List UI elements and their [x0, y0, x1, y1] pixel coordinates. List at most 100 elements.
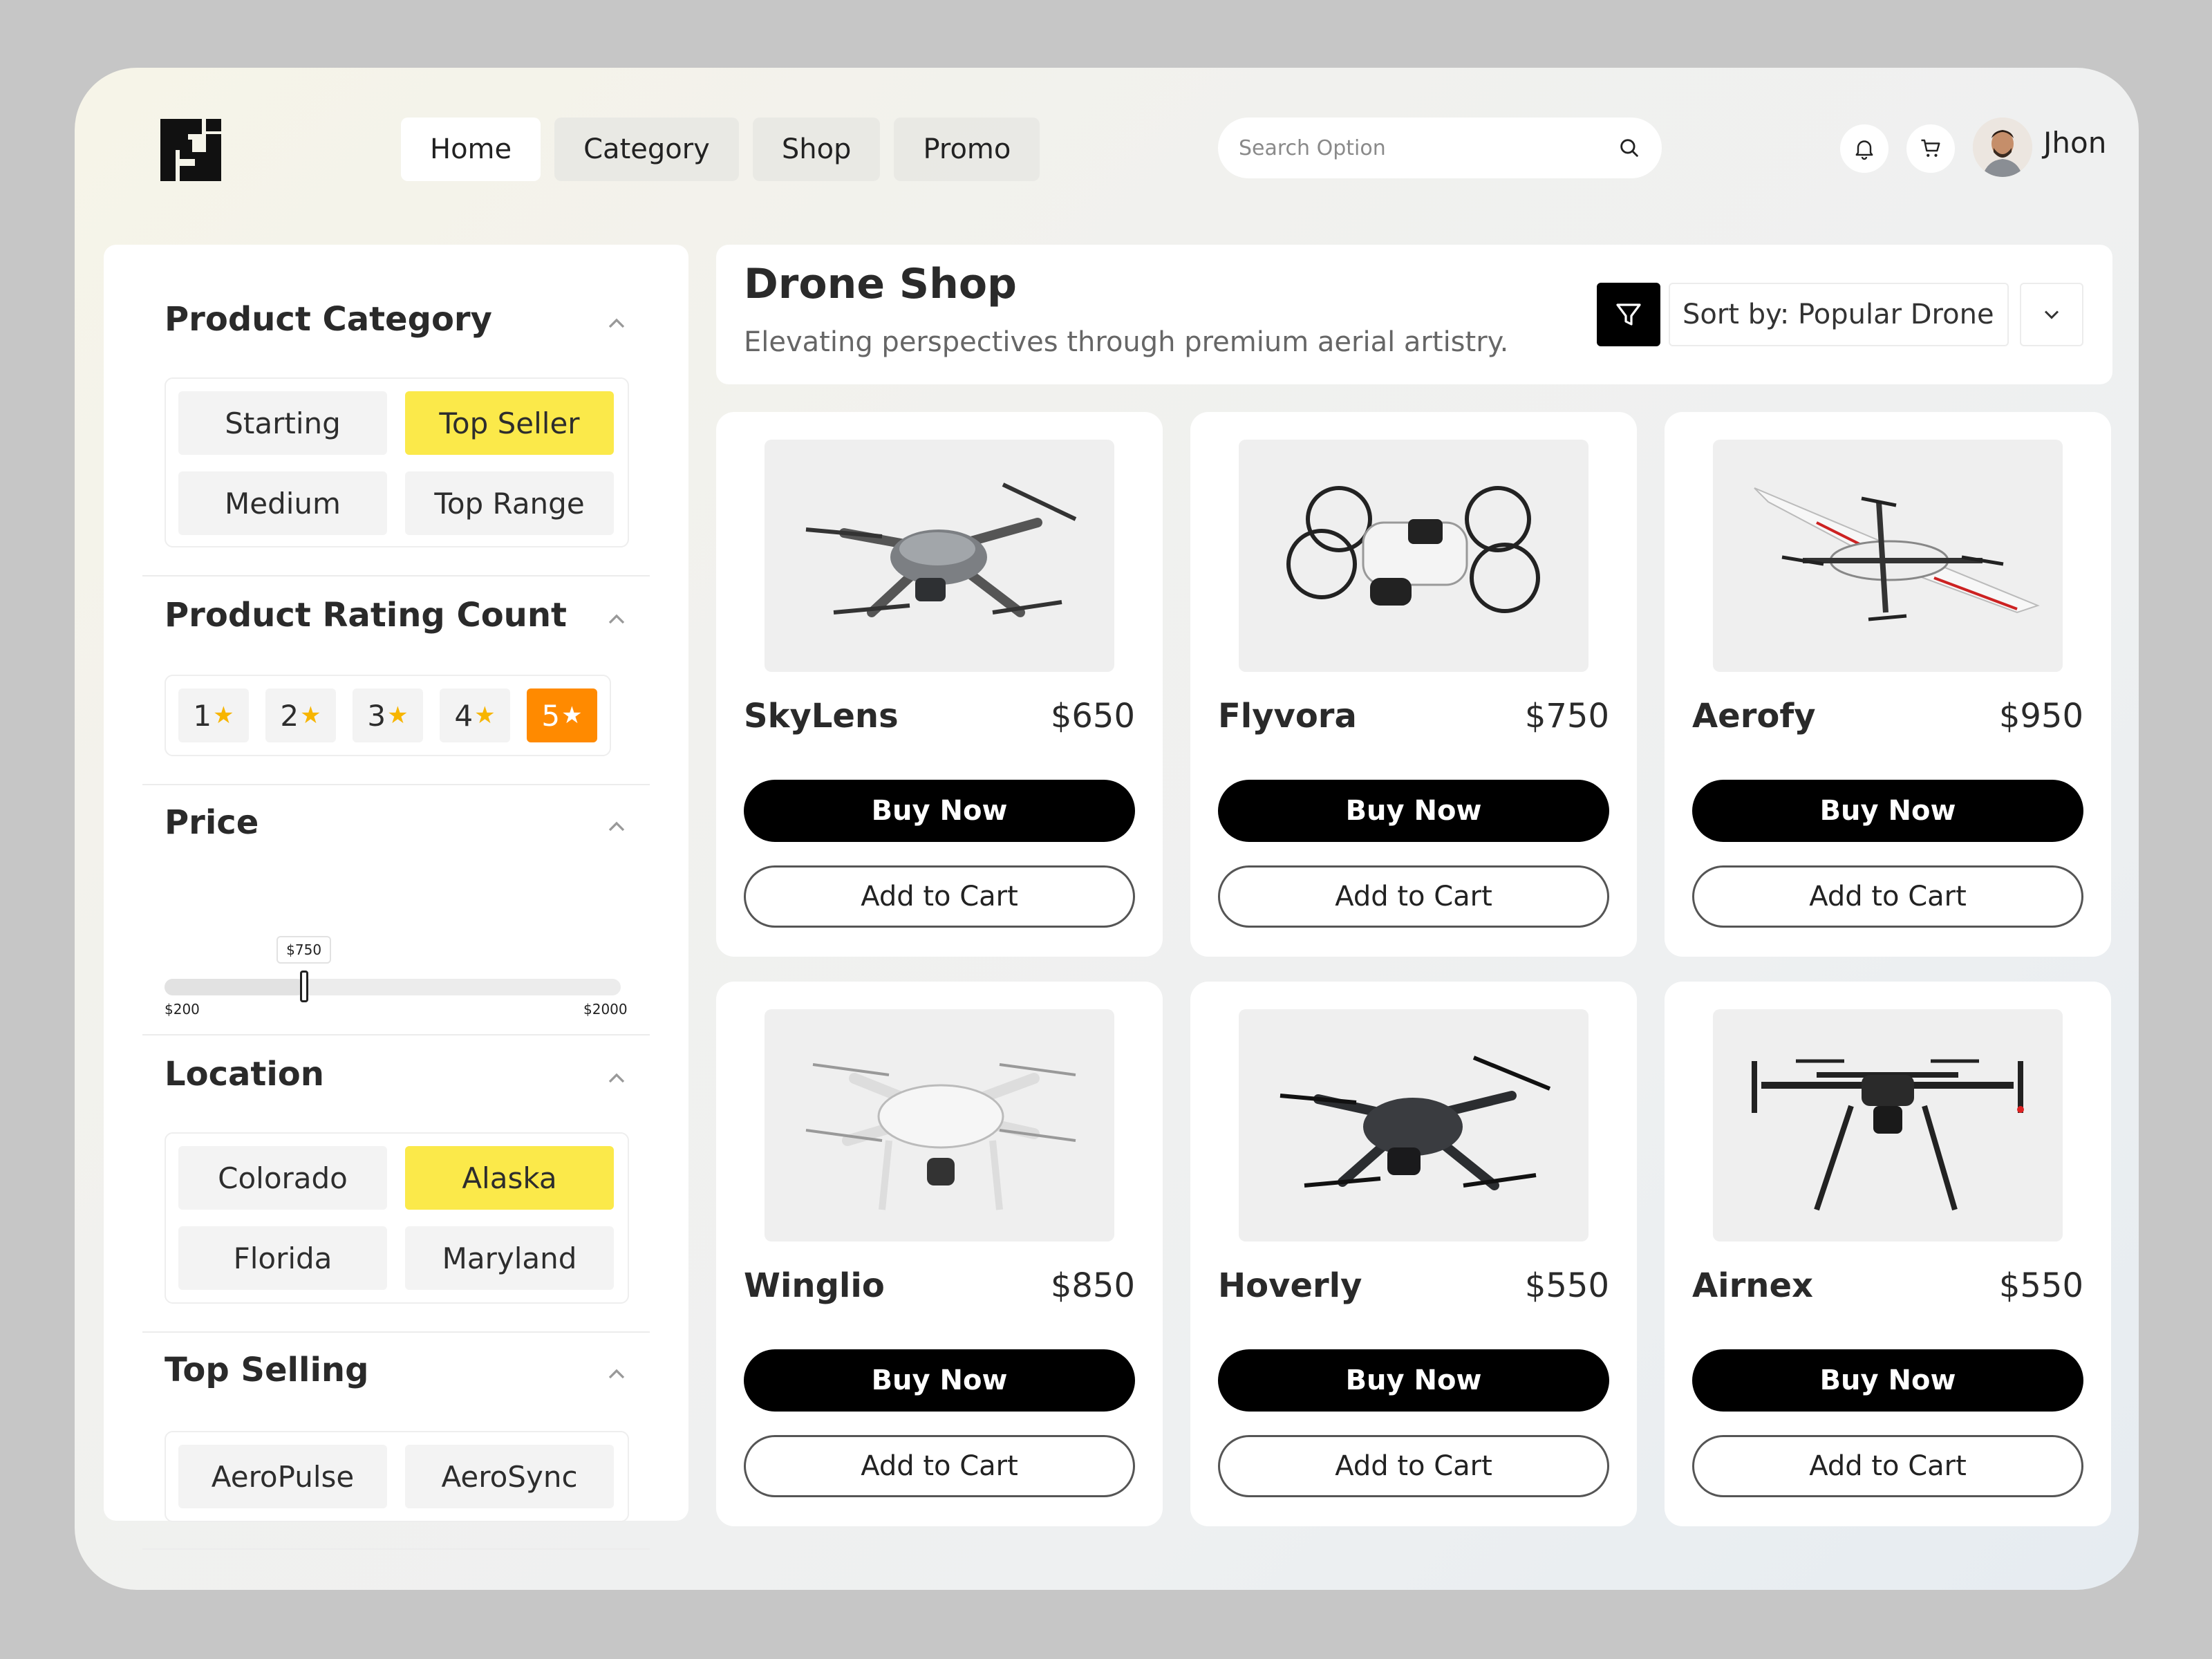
rating-chip-2[interactable]: 2 ★ [265, 688, 336, 742]
buy-now-button[interactable]: Buy Now [1218, 1349, 1609, 1412]
drone-image [805, 482, 1077, 617]
rating-chip-5[interactable]: 5 ★ [527, 688, 597, 742]
product-card: Hoverly $550 Buy Now Add to Cart [1190, 982, 1637, 1526]
product-card: Aerofy $950 Buy Now Add to Cart [1665, 412, 2111, 957]
product-price: $850 [1050, 1266, 1135, 1305]
product-image[interactable] [1239, 1009, 1588, 1241]
product-image[interactable] [765, 440, 1114, 672]
location-chip-florida[interactable]: Florida [178, 1226, 387, 1290]
page-title: Drone Shop [744, 260, 1018, 308]
buy-now-button[interactable]: Buy Now [744, 780, 1135, 842]
chevron-up-icon[interactable] [603, 1360, 630, 1388]
add-to-cart-button[interactable]: Add to Cart [1218, 865, 1609, 928]
buy-now-button[interactable]: Buy Now [1218, 780, 1609, 842]
price-slider-handle[interactable] [299, 971, 308, 1002]
product-name: Flyvora [1218, 697, 1357, 735]
add-to-cart-button[interactable]: Add to Cart [744, 1435, 1135, 1497]
rating-chip-1[interactable]: 1 ★ [178, 688, 249, 742]
product-image[interactable] [765, 1009, 1114, 1241]
category-options: Starting Top Seller Medium Top Range [165, 377, 629, 547]
category-chip-top-seller[interactable]: Top Seller [405, 391, 614, 455]
avatar[interactable] [1973, 118, 2032, 177]
category-chip-medium[interactable]: Medium [178, 471, 387, 535]
chevron-up-icon[interactable] [603, 1065, 630, 1092]
location-chip-maryland[interactable]: Maryland [405, 1226, 614, 1290]
location-chip-alaska[interactable]: Alaska [405, 1146, 614, 1210]
price-slider-fill [165, 979, 304, 995]
buy-now-button[interactable]: Buy Now [1692, 1349, 2083, 1412]
brand-logo-icon[interactable] [160, 119, 221, 181]
search-placeholder: Search Option [1239, 135, 1386, 160]
add-to-cart-button[interactable]: Add to Cart [1692, 1435, 2083, 1497]
star-icon: ★ [561, 702, 583, 729]
user-name[interactable]: Jhon [2043, 126, 2106, 160]
cart-icon [1921, 139, 1940, 157]
search-icon[interactable] [1618, 136, 1641, 160]
drone-image [1286, 486, 1540, 613]
product-image[interactable] [1239, 440, 1588, 672]
rating-value: 3 [367, 698, 386, 733]
buy-now-button[interactable]: Buy Now [744, 1349, 1135, 1412]
filter-title-price: Price [165, 803, 259, 842]
category-chip-starting[interactable]: Starting [178, 391, 387, 455]
sort-select[interactable]: Sort by: Popular Drone [1669, 283, 2009, 346]
chevron-up-icon[interactable] [603, 310, 630, 337]
nav-category[interactable]: Category [554, 118, 739, 181]
divider [142, 1331, 650, 1333]
product-card: Flyvora $750 Buy Now Add to Cart [1190, 412, 1637, 957]
bell-icon [1855, 140, 1873, 160]
product-image[interactable] [1713, 440, 2063, 672]
divider [142, 1034, 650, 1035]
add-to-cart-button[interactable]: Add to Cart [1692, 865, 2083, 928]
star-icon: ★ [474, 702, 496, 729]
product-name: Aerofy [1692, 697, 1816, 735]
top-selling-options: AeroPulse AeroSync [165, 1431, 629, 1522]
product-name: Airnex [1692, 1266, 1813, 1305]
product-price: $950 [1998, 697, 2083, 735]
sort-dropdown-button[interactable] [2020, 283, 2083, 346]
price-slider[interactable] [165, 971, 621, 1002]
chevron-up-icon[interactable] [603, 813, 630, 841]
nav-shop[interactable]: Shop [752, 118, 881, 181]
product-image[interactable] [1713, 1009, 2063, 1241]
rating-chip-3[interactable]: 3 ★ [353, 688, 423, 742]
drone-image [1752, 1059, 2024, 1211]
add-to-cart-button[interactable]: Add to Cart [744, 865, 1135, 928]
location-options: Colorado Alaska Florida Maryland [165, 1132, 629, 1304]
category-chip-top-range[interactable]: Top Range [405, 471, 614, 535]
product-card: SkyLens $650 Buy Now Add to Cart [716, 412, 1163, 957]
filter-button[interactable] [1597, 283, 1660, 346]
star-icon: ★ [387, 702, 409, 729]
divider [142, 784, 650, 785]
filter-title-rating: Product Rating Count [165, 596, 567, 635]
product-price: $550 [1998, 1266, 2083, 1305]
product-name: Hoverly [1218, 1266, 1362, 1305]
search-input[interactable]: Search Option [1218, 118, 1662, 178]
filter-icon [1616, 303, 1641, 326]
top-selling-chip-aeropulse[interactable]: AeroPulse [178, 1445, 387, 1508]
product-name: SkyLens [744, 697, 899, 735]
buy-now-button[interactable]: Buy Now [1692, 780, 2083, 842]
nav-promo[interactable]: Promo [894, 118, 1040, 181]
rating-chip-4[interactable]: 4 ★ [440, 688, 510, 742]
chevron-up-icon[interactable] [603, 606, 630, 633]
main-nav: Home Category Shop Promo [401, 118, 1040, 181]
filter-title-top-selling: Top Selling [165, 1351, 369, 1389]
top-selling-chip-aerosync[interactable]: AeroSync [405, 1445, 614, 1508]
product-price: $750 [1524, 697, 1609, 735]
shop-header: Drone Shop Elevating perspectives throug… [716, 245, 2112, 384]
product-price: $650 [1050, 697, 1135, 735]
chevron-down-icon [2044, 310, 2059, 319]
product-price: $550 [1524, 1266, 1609, 1305]
rating-value: 4 [454, 698, 474, 733]
notification-button[interactable] [1840, 124, 1888, 173]
cart-button[interactable] [1906, 124, 1955, 173]
divider [142, 575, 650, 577]
nav-home[interactable]: Home [401, 118, 541, 181]
drone-image [1754, 487, 2040, 621]
user-avatar-image [1973, 118, 2032, 177]
rating-value: 1 [193, 698, 212, 733]
location-chip-colorado[interactable]: Colorado [178, 1146, 387, 1210]
add-to-cart-button[interactable]: Add to Cart [1218, 1435, 1609, 1497]
product-name: Winglio [744, 1266, 885, 1305]
